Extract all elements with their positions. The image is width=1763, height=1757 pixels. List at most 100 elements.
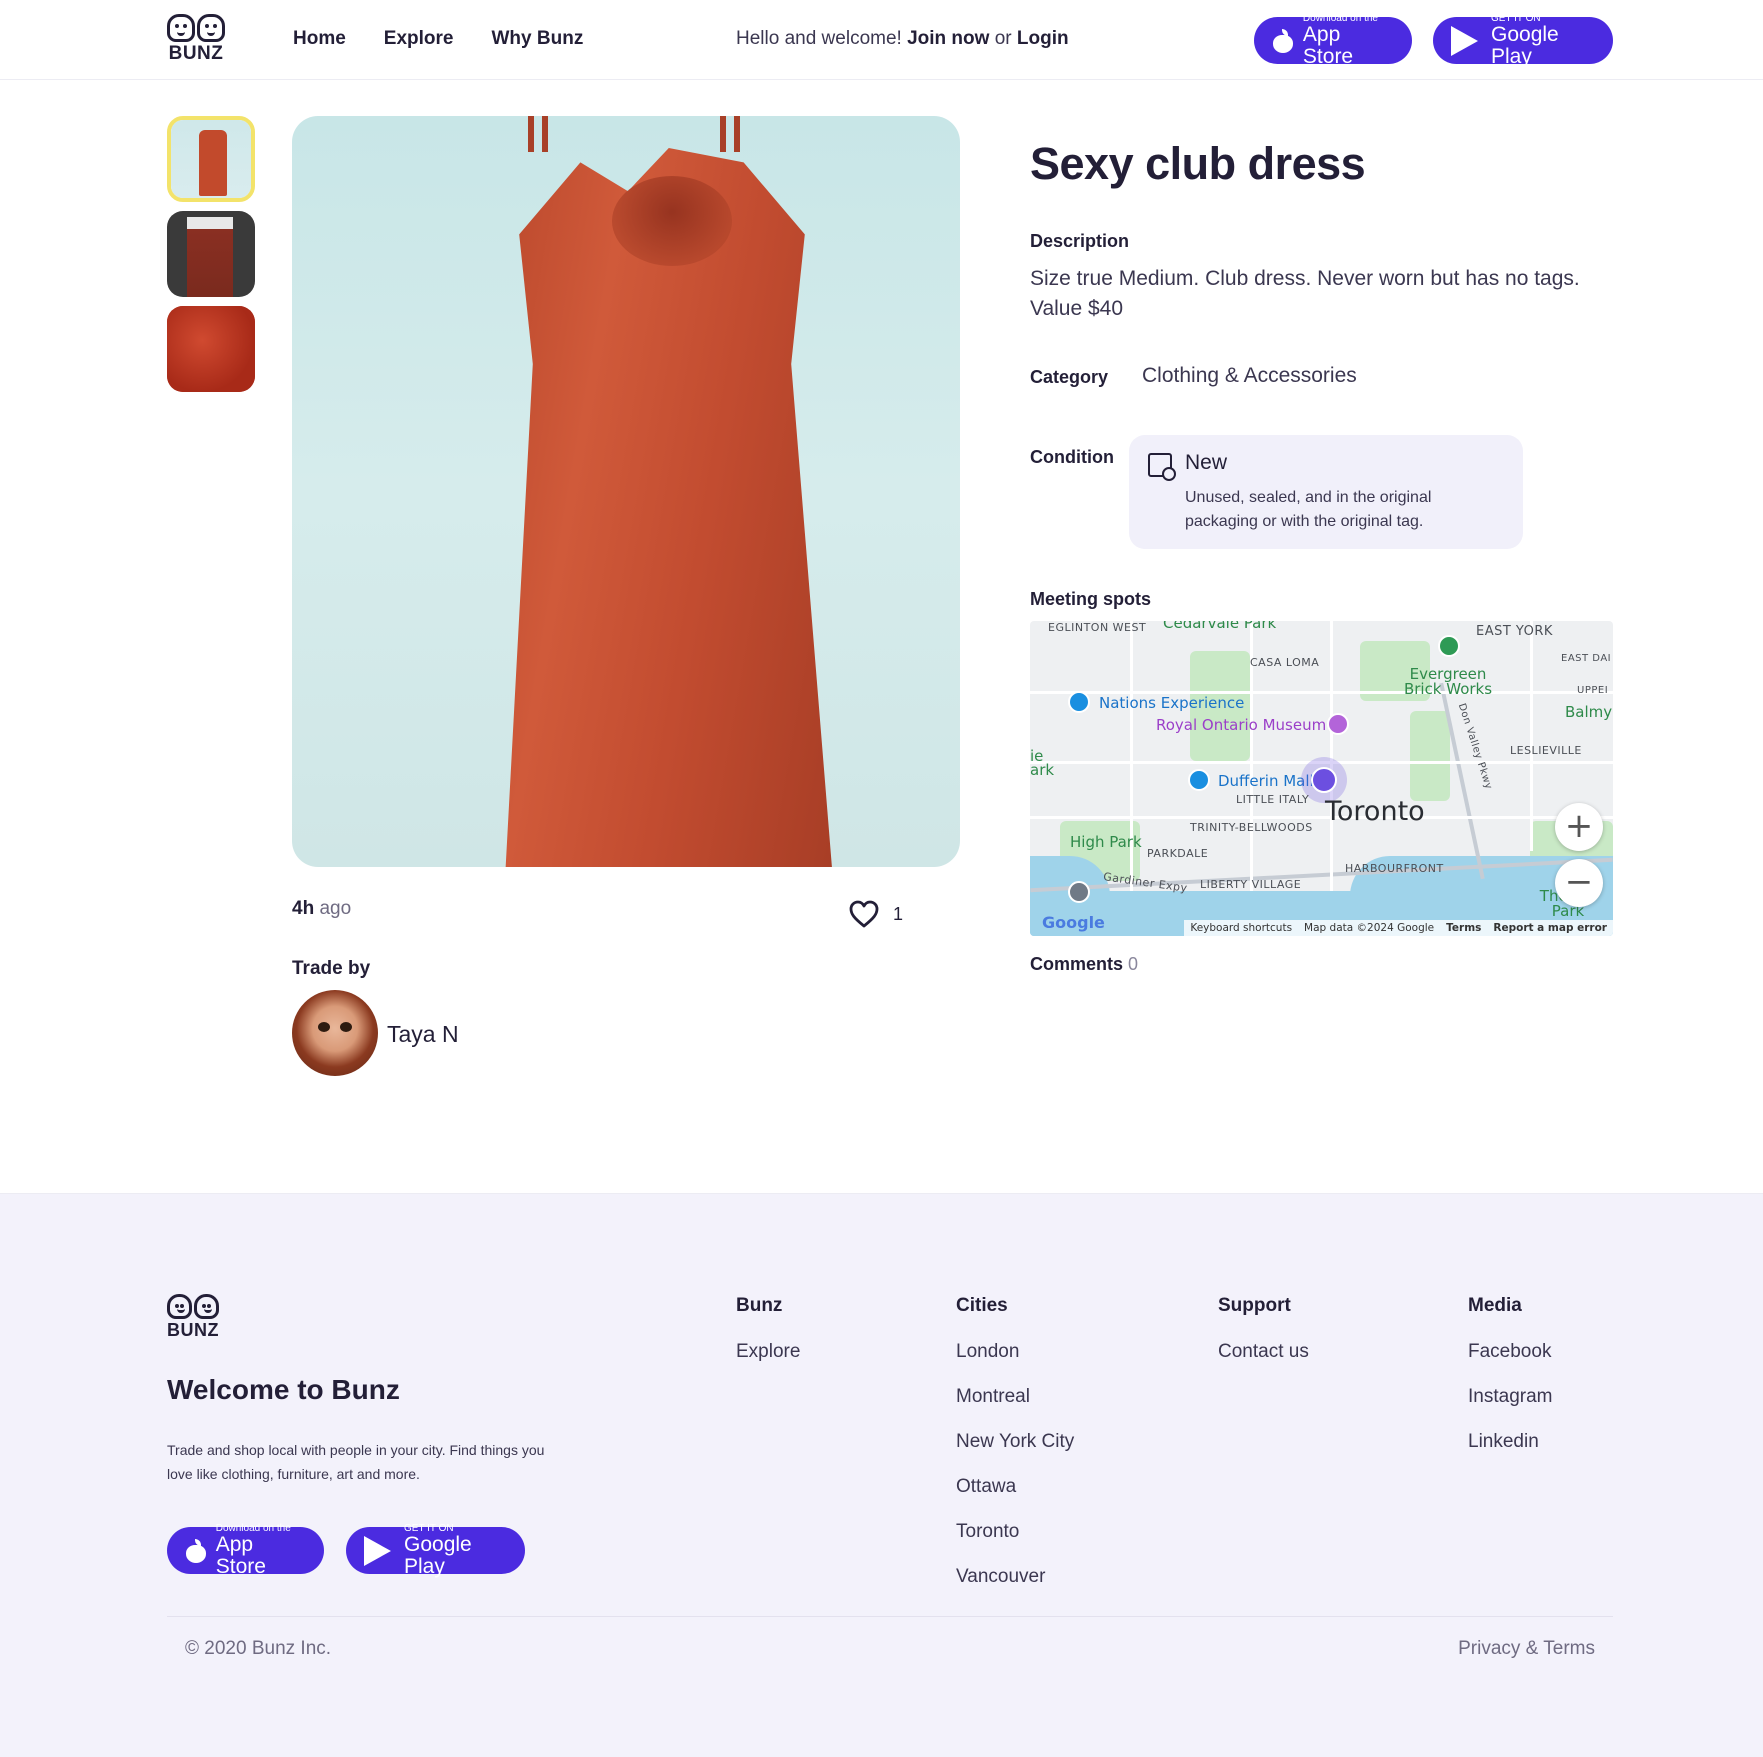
condition-tag-icon bbox=[1148, 453, 1176, 481]
museum-pin-icon[interactable] bbox=[1327, 713, 1349, 735]
footer-column-title: Support bbox=[1218, 1295, 1291, 1316]
footer-divider bbox=[167, 1616, 1613, 1617]
zoom-in-button[interactable]: + bbox=[1555, 803, 1603, 851]
app-store-small: Download on the bbox=[215, 1522, 291, 1534]
google-play-icon bbox=[1451, 25, 1478, 56]
footer-app-store-button[interactable]: Download on the App Store bbox=[167, 1522, 324, 1577]
footer-column-title: Bunz bbox=[736, 1295, 783, 1316]
meeting-map[interactable]: EGLINTON WEST Cedarvale Park EAST YORK E… bbox=[1030, 621, 1613, 936]
app-store-small: Download on the bbox=[1302, 12, 1378, 24]
avatar[interactable] bbox=[292, 990, 378, 1076]
app-store-big: App Store bbox=[215, 1532, 266, 1578]
google-play-icon bbox=[364, 1535, 391, 1566]
keyboard-shortcuts-link[interactable]: Keyboard shortcuts bbox=[1190, 922, 1292, 934]
logo-text: BUNZ bbox=[168, 43, 224, 64]
thumbnail-1[interactable] bbox=[167, 116, 255, 202]
time-suffix: ago bbox=[319, 898, 352, 919]
google-logo: Google bbox=[1042, 913, 1105, 932]
shopping-pin-icon[interactable] bbox=[1068, 691, 1090, 713]
footer-column-title: Cities bbox=[956, 1295, 1008, 1316]
transit-pin-icon[interactable] bbox=[1068, 881, 1090, 903]
thumbnail-3[interactable] bbox=[167, 306, 255, 392]
google-play-button[interactable]: GET IT ON Google Play bbox=[1433, 12, 1613, 67]
footer-link-toronto[interactable]: Toronto bbox=[956, 1521, 1074, 1566]
heart-icon[interactable] bbox=[849, 900, 879, 928]
condition-card: New Unused, sealed, and in the original … bbox=[1129, 435, 1523, 549]
footer-welcome: Welcome to Bunz bbox=[167, 1374, 400, 1405]
map-label: Balmy bbox=[1565, 703, 1613, 721]
map-label: Nations Experience bbox=[1099, 694, 1245, 712]
welcome-text: Hello and welcome! bbox=[736, 28, 902, 49]
zoom-out-button[interactable]: − bbox=[1555, 859, 1603, 907]
map-label: TRINITY-BELLWOODS bbox=[1190, 821, 1313, 834]
like-control[interactable]: 1 bbox=[849, 900, 903, 928]
condition-description: Unused, sealed, and in the original pack… bbox=[1185, 489, 1432, 530]
description-text: Size true Medium. Club dress. Never worn… bbox=[1030, 267, 1580, 320]
bunz-logo[interactable]: BUNZ bbox=[167, 14, 225, 64]
logo-face-icon bbox=[197, 14, 225, 42]
google-play-small: GET IT ON bbox=[1491, 12, 1541, 24]
google-play-small: GET IT ON bbox=[404, 1522, 454, 1534]
map-label: Dufferin Mall bbox=[1218, 772, 1314, 790]
apple-icon bbox=[185, 1538, 207, 1563]
map-label: EGLINTON WEST bbox=[1048, 621, 1147, 634]
footer-link-instagram[interactable]: Instagram bbox=[1468, 1386, 1552, 1431]
main-product-image bbox=[292, 116, 960, 867]
login-link[interactable]: Login bbox=[1017, 28, 1069, 49]
meeting-spots-label: Meeting spots bbox=[1030, 589, 1152, 609]
logo-face-icon bbox=[167, 1294, 192, 1319]
google-logo-text: Google bbox=[1042, 913, 1105, 932]
copyright: © 2020 Bunz Inc. bbox=[185, 1638, 332, 1659]
privacy-terms-link[interactable]: Privacy & Terms bbox=[1458, 1638, 1595, 1660]
footer-description: Trade and shop local with people in your… bbox=[167, 1442, 545, 1482]
map-attribution: Keyboard shortcuts Map data ©2024 Google… bbox=[1184, 920, 1613, 936]
footer-link-nyc[interactable]: New York City bbox=[956, 1431, 1074, 1476]
footer-google-play-button[interactable]: GET IT ON Google Play bbox=[346, 1522, 525, 1577]
report-map-error-link[interactable]: Report a map error bbox=[1493, 922, 1607, 934]
comments-count: 0 bbox=[1128, 954, 1139, 974]
footer-link-contact[interactable]: Contact us bbox=[1218, 1341, 1309, 1386]
posted-time: 4h ago bbox=[292, 898, 351, 920]
apple-icon bbox=[1272, 28, 1294, 53]
thumbnail-list bbox=[167, 116, 255, 401]
trader-name[interactable]: Taya N bbox=[387, 1021, 459, 1048]
map-label: CASA LOMA bbox=[1250, 656, 1320, 669]
map-label: EAST YORK bbox=[1476, 624, 1553, 639]
site-footer: BUNZ Welcome to Bunz Trade and shop loca… bbox=[0, 1193, 1763, 1757]
park-pin-icon[interactable] bbox=[1438, 635, 1460, 657]
footer-link-explore[interactable]: Explore bbox=[736, 1341, 800, 1386]
meeting-spot-pin-icon[interactable] bbox=[1311, 767, 1337, 793]
footer-column-support: Support Contact us bbox=[1218, 1295, 1309, 1386]
nav-home[interactable]: Home bbox=[293, 28, 346, 50]
map-label: HARBOURFRONT bbox=[1345, 862, 1444, 875]
map-label: Royal Ontario Museum bbox=[1156, 716, 1327, 734]
footer-link-vancouver[interactable]: Vancouver bbox=[956, 1566, 1074, 1611]
footer-link-montreal[interactable]: Montreal bbox=[956, 1386, 1074, 1431]
nav-why-bunz[interactable]: Why Bunz bbox=[492, 28, 584, 50]
footer-logo[interactable]: BUNZ bbox=[167, 1294, 219, 1344]
comments-heading: Comments 0 bbox=[1030, 954, 1138, 975]
map-city-label: Toronto bbox=[1325, 796, 1425, 827]
map-data-text: Map data ©2024 Google bbox=[1304, 922, 1435, 934]
footer-column-bunz: Bunz Explore bbox=[736, 1295, 800, 1386]
like-count: 1 bbox=[893, 903, 904, 924]
footer-link-facebook[interactable]: Facebook bbox=[1468, 1341, 1552, 1386]
footer-link-ottawa[interactable]: Ottawa bbox=[956, 1476, 1074, 1521]
footer-column-title: Media bbox=[1468, 1295, 1522, 1316]
welcome-message: Hello and welcome! Join now or Login bbox=[736, 28, 1069, 50]
listing-title: Sexy club dress bbox=[1030, 138, 1366, 189]
map-label: ie ark bbox=[1030, 747, 1055, 779]
nav-explore[interactable]: Explore bbox=[384, 28, 454, 50]
join-now-link[interactable]: Join now bbox=[907, 28, 989, 49]
map-label: High Park bbox=[1070, 833, 1142, 851]
google-play-big: Google Play bbox=[404, 1532, 472, 1578]
map-terms-link[interactable]: Terms bbox=[1446, 922, 1481, 934]
thumbnail-2[interactable] bbox=[167, 211, 255, 297]
app-store-big: App Store bbox=[1302, 22, 1354, 68]
footer-link-london[interactable]: London bbox=[956, 1341, 1074, 1386]
app-store-button[interactable]: Download on the App Store bbox=[1254, 12, 1412, 67]
shopping-pin-icon[interactable] bbox=[1188, 769, 1210, 791]
footer-link-linkedin[interactable]: Linkedin bbox=[1468, 1431, 1552, 1476]
trade-by-label: Trade by bbox=[292, 958, 371, 979]
footer-column-cities: Cities London Montreal New York City Ott… bbox=[956, 1295, 1074, 1611]
